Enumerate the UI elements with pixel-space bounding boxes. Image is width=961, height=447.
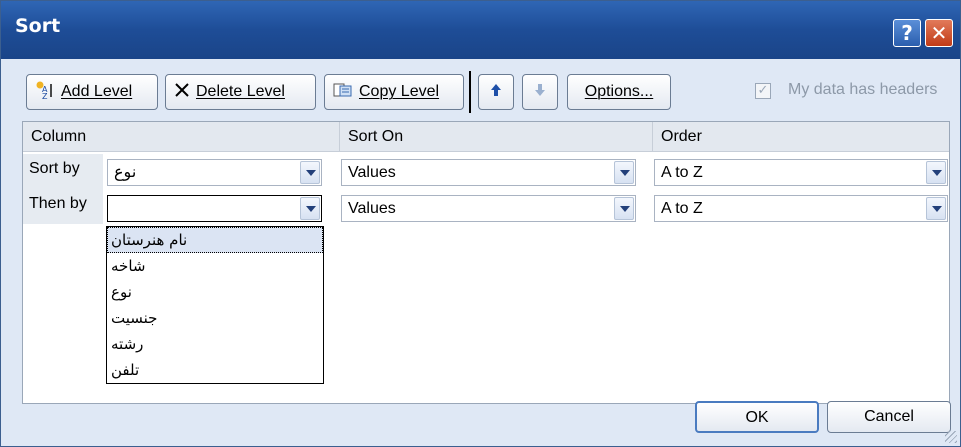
sort-by-sorton-select[interactable]: Values xyxy=(341,159,636,186)
delete-level-label: Delete Level xyxy=(196,83,285,100)
move-down-button[interactable] xyxy=(522,74,558,110)
resize-grip-icon[interactable] xyxy=(945,431,957,443)
options-label: Options... xyxy=(584,83,654,100)
column-dropdown-list: نام هنرستان شاخه نوع جنسیت رشته تلفن xyxy=(106,226,324,384)
add-level-label: Add Level xyxy=(61,83,133,100)
arrow-down-icon xyxy=(534,83,546,102)
add-sort-level-icon: A Z xyxy=(35,81,55,104)
dropdown-option[interactable]: رشته xyxy=(107,331,323,357)
order-header: Order xyxy=(653,122,949,152)
then-by-column-select[interactable] xyxy=(107,195,322,222)
close-button[interactable]: ✕ xyxy=(925,19,953,47)
then-by-order-select[interactable]: A to Z xyxy=(654,195,948,222)
copy-level-button[interactable]: Copy Level xyxy=(324,74,464,110)
sort-by-column-select[interactable]: نوع xyxy=(107,159,322,186)
title-bar[interactable]: Sort ? ✕ xyxy=(1,1,960,59)
toolbar-separator xyxy=(469,71,471,113)
arrow-up-icon xyxy=(490,83,502,102)
toolbar: A Z Add Level Delete Level Copy Level Op… xyxy=(1,59,960,121)
sort-by-order-select[interactable]: A to Z xyxy=(654,159,948,186)
chevron-down-icon[interactable] xyxy=(300,161,320,184)
svg-text:Z: Z xyxy=(42,92,48,99)
help-button[interactable]: ? xyxy=(893,19,921,47)
chevron-down-icon[interactable] xyxy=(614,197,634,220)
sort-on-header: Sort On xyxy=(340,122,653,152)
chevron-down-icon[interactable] xyxy=(926,197,946,220)
sort-dialog: Sort ? ✕ A Z Add Level Delete Level Copy… xyxy=(0,0,961,447)
cancel-button[interactable]: Cancel xyxy=(827,401,951,433)
then-by-label: Then by xyxy=(23,189,103,224)
dialog-title: Sort xyxy=(15,15,61,37)
chevron-down-icon[interactable] xyxy=(614,161,634,184)
dropdown-option[interactable]: نام هنرستان xyxy=(107,227,323,253)
dropdown-option[interactable]: تلفن xyxy=(107,357,323,383)
sort-by-label: Sort by xyxy=(23,154,103,189)
headers-checkbox-label: My data has headers xyxy=(788,81,938,98)
ok-button[interactable]: OK xyxy=(695,401,819,433)
then-by-sorton-select[interactable]: Values xyxy=(341,195,636,222)
delete-x-icon xyxy=(174,82,190,103)
chevron-down-icon[interactable] xyxy=(926,161,946,184)
sort-by-column-value: نوع xyxy=(114,164,137,181)
move-up-button[interactable] xyxy=(478,74,514,110)
copy-level-label: Copy Level xyxy=(359,83,440,100)
dropdown-option[interactable]: شاخه xyxy=(107,253,323,279)
headers-checkbox[interactable]: ✓ xyxy=(755,83,771,99)
dropdown-option[interactable]: نوع xyxy=(107,279,323,305)
delete-level-button[interactable]: Delete Level xyxy=(165,74,316,110)
then-by-sorton-value: Values xyxy=(348,200,396,217)
sort-by-order-value: A to Z xyxy=(661,164,703,181)
sort-by-sorton-value: Values xyxy=(348,164,396,181)
dropdown-option[interactable]: جنسیت xyxy=(107,305,323,331)
column-header: Column xyxy=(23,122,340,152)
chevron-down-icon[interactable] xyxy=(300,197,320,220)
then-by-order-value: A to Z xyxy=(661,200,703,217)
add-level-button[interactable]: A Z Add Level xyxy=(26,74,158,110)
options-button[interactable]: Options... xyxy=(567,74,671,110)
copy-icon xyxy=(333,82,353,103)
